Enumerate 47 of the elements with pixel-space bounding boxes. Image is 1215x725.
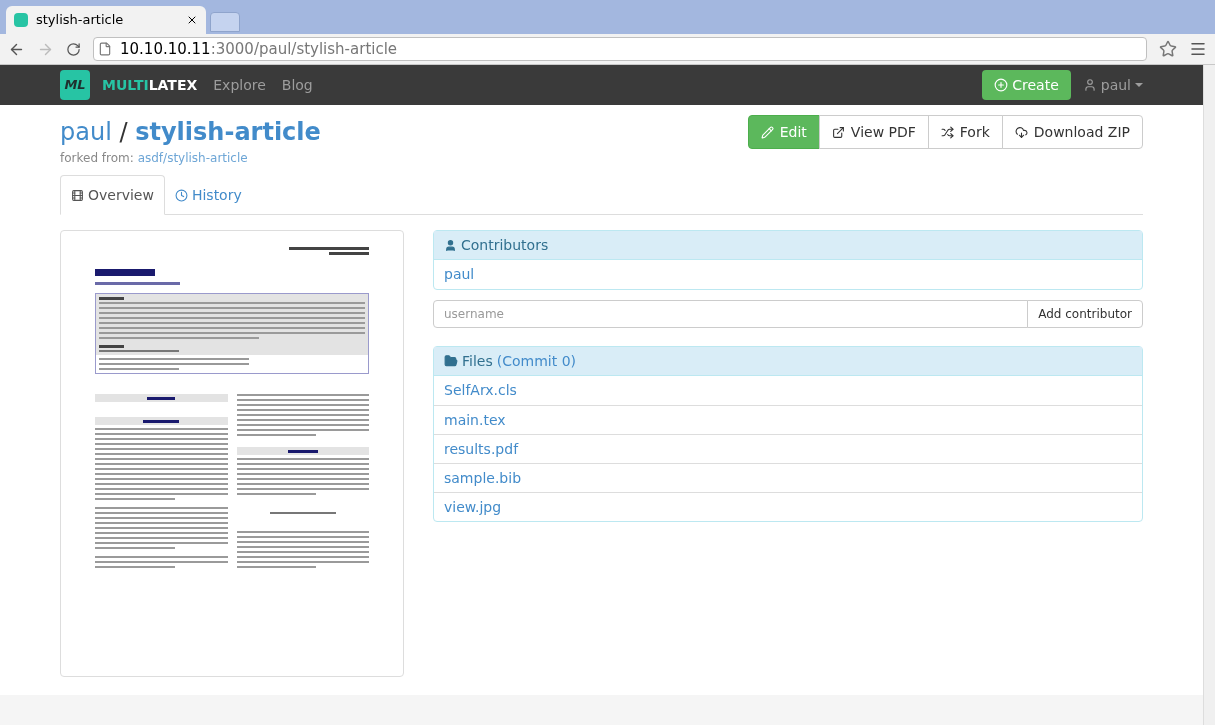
add-contributor-button[interactable]: Add contributor bbox=[1027, 300, 1143, 328]
user-icon bbox=[1082, 78, 1097, 92]
tab[interactable]: History bbox=[164, 175, 252, 215]
fork-icon bbox=[940, 125, 954, 139]
browser-tab[interactable]: stylish-article bbox=[6, 6, 206, 34]
file-link[interactable]: sample.bib bbox=[434, 463, 1142, 492]
file-link[interactable]: main.tex bbox=[434, 405, 1142, 434]
url-text: 10.10.10.11:3000/paul/stylish-article bbox=[120, 38, 398, 60]
file-link[interactable]: SelfArx.cls bbox=[434, 376, 1142, 405]
panel-title: Files bbox=[462, 351, 493, 371]
scrollbar[interactable] bbox=[1203, 65, 1215, 725]
user-icon bbox=[444, 238, 457, 252]
edit-icon bbox=[760, 125, 774, 139]
nav-link[interactable]: Blog bbox=[281, 74, 313, 96]
commit-link[interactable]: (Commit 0) bbox=[496, 350, 576, 372]
action-button[interactable]: View PDF bbox=[818, 115, 929, 149]
film-icon bbox=[71, 188, 84, 202]
reload-icon[interactable] bbox=[66, 41, 81, 57]
menu-icon[interactable] bbox=[1189, 40, 1207, 58]
action-button[interactable]: Fork bbox=[927, 115, 1003, 149]
bookmark-star-icon[interactable] bbox=[1159, 40, 1177, 58]
tab-title: stylish-article bbox=[36, 11, 125, 30]
favicon bbox=[14, 13, 28, 27]
close-icon[interactable] bbox=[186, 14, 198, 26]
logo[interactable]: ML bbox=[60, 70, 90, 100]
view-icon bbox=[831, 125, 845, 139]
brand-name[interactable]: MULTILATEX bbox=[102, 74, 198, 96]
fork-source-link[interactable]: asdf/stylish-article bbox=[137, 151, 248, 165]
action-button[interactable]: Download ZIP bbox=[1001, 115, 1143, 149]
contributor-link[interactable]: paul bbox=[434, 260, 1142, 289]
tab[interactable]: Overview bbox=[60, 175, 165, 215]
nav-link[interactable]: Explore bbox=[213, 74, 266, 96]
plus-icon bbox=[994, 78, 1009, 92]
folder-icon bbox=[444, 354, 458, 368]
create-button[interactable]: Create bbox=[982, 70, 1071, 100]
download-icon bbox=[1014, 125, 1028, 139]
file-link[interactable]: view.jpg bbox=[434, 492, 1142, 521]
panel-title: Contributors bbox=[461, 235, 549, 255]
address-bar[interactable]: 10.10.10.11:3000/paul/stylish-article bbox=[93, 37, 1147, 61]
file-link[interactable]: results.pdf bbox=[434, 434, 1142, 463]
action-button[interactable]: Edit bbox=[747, 115, 820, 149]
username-field[interactable]: username bbox=[433, 300, 1029, 328]
page-icon bbox=[98, 42, 112, 56]
clock-icon bbox=[174, 188, 188, 202]
user-menu[interactable]: paul bbox=[1082, 74, 1143, 96]
repo-title: paul / stylish-article bbox=[60, 117, 321, 147]
forked-label: forked from: bbox=[60, 151, 134, 165]
